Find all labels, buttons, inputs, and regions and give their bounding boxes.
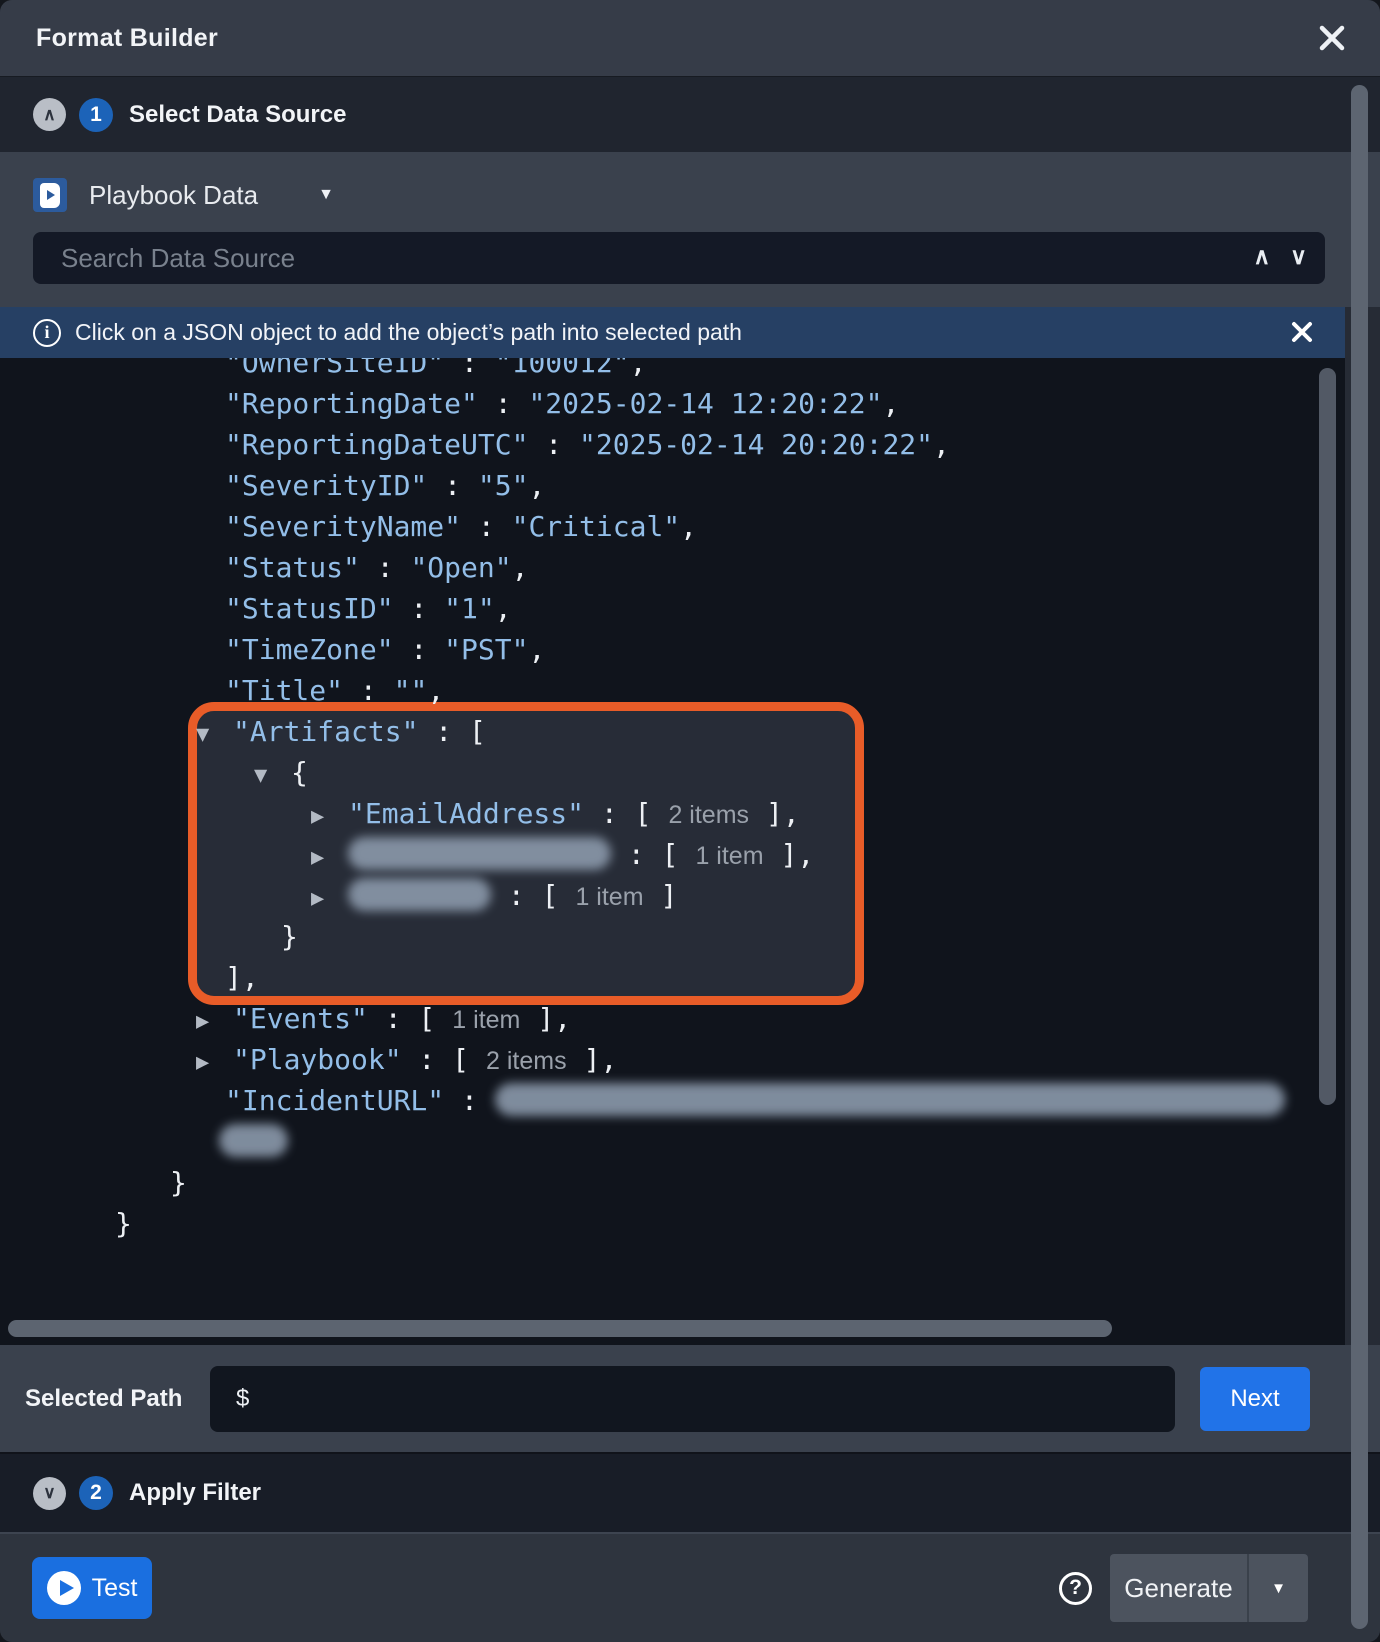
generate-button[interactable]: Generate [1110, 1554, 1247, 1622]
generate-dropdown-icon[interactable]: ▼ [1247, 1554, 1308, 1622]
chevron-down-icon[interactable]: ▼ [318, 186, 334, 204]
json-line[interactable]: ▶"Events" : [1 item], [0, 998, 1380, 1039]
search-next-icon[interactable]: ∨ [1290, 243, 1307, 270]
collapse-step1-button[interactable]: ∧ [33, 98, 66, 131]
json-line[interactable]: ▶ : [1 item] [0, 875, 1380, 916]
tree-toggle-icon[interactable]: ▶ [311, 796, 348, 837]
json-line[interactable] [0, 1121, 1380, 1162]
step2-title: Apply Filter [129, 1479, 261, 1507]
banner-close-icon[interactable] [1291, 321, 1313, 343]
json-line[interactable]: ], [0, 957, 1380, 998]
search-data-source-input[interactable] [33, 232, 1325, 284]
json-line[interactable]: "ReportingDate" : "2025-02-14 12:20:22", [0, 383, 1380, 424]
tree-toggle-icon[interactable]: ▼ [196, 714, 233, 755]
json-tree[interactable]: "OwnerSiteID" : "100012","ReportingDate"… [0, 358, 1380, 1244]
format-builder-dialog: Format Builder ∧ 1 Select Data Source Pl… [0, 0, 1380, 1642]
json-line[interactable]: ▼"Artifacts" : [ [0, 711, 1380, 752]
json-line[interactable]: } [0, 916, 1380, 957]
selected-path-row: Selected Path Next [0, 1345, 1380, 1452]
data-source-area: Playbook Data ▼ ∧ ∨ [0, 152, 1380, 307]
json-line[interactable]: "Status" : "Open", [0, 547, 1380, 588]
search-prev-icon[interactable]: ∧ [1253, 243, 1270, 270]
dialog-titlebar: Format Builder [0, 0, 1380, 76]
data-source-dropdown[interactable]: Playbook Data ▼ [33, 166, 1347, 224]
expand-step2-button[interactable]: ∨ [33, 1477, 66, 1510]
selected-path-input[interactable] [210, 1366, 1175, 1432]
json-line[interactable]: "TimeZone" : "PST", [0, 629, 1380, 670]
redacted-value [348, 837, 611, 870]
info-banner: i Click on a JSON object to add the obje… [0, 307, 1345, 358]
tree-toggle-icon[interactable]: ▼ [254, 755, 291, 796]
json-line[interactable]: "SeverityID" : "5", [0, 465, 1380, 506]
json-line[interactable]: "ReportingDateUTC" : "2025-02-14 20:20:2… [0, 424, 1380, 465]
json-line[interactable]: ▶ : [1 item], [0, 834, 1380, 875]
json-tree-panel: "OwnerSiteID" : "100012","ReportingDate"… [0, 358, 1380, 1345]
step2-header: ∨ 2 Apply Filter [0, 1452, 1380, 1532]
playbook-data-icon [33, 178, 67, 212]
test-button[interactable]: Test [32, 1557, 152, 1619]
tree-toggle-icon[interactable]: ▶ [196, 1042, 233, 1083]
json-line[interactable]: "SeverityName" : "Critical", [0, 506, 1380, 547]
step1-header: ∧ 1 Select Data Source [0, 76, 1380, 152]
info-icon: i [33, 319, 61, 347]
next-button[interactable]: Next [1200, 1367, 1310, 1431]
json-line[interactable]: ▶"Playbook" : [2 items], [0, 1039, 1380, 1080]
tree-toggle-icon[interactable]: ▶ [196, 1001, 233, 1042]
help-icon[interactable]: ? [1059, 1572, 1092, 1605]
selected-path-label: Selected Path [25, 1385, 210, 1413]
json-vertical-scrollbar[interactable] [1319, 368, 1336, 1105]
step1-number-badge: 1 [79, 98, 113, 132]
redacted-value [495, 1083, 1285, 1116]
dialog-footer: Test ? Generate ▼ [0, 1532, 1380, 1642]
info-banner-text: Click on a JSON object to add the object… [75, 319, 742, 346]
json-line[interactable]: ▶"EmailAddress" : [2 items], [0, 793, 1380, 834]
dialog-title: Format Builder [36, 24, 218, 53]
json-line[interactable]: } [0, 1203, 1380, 1244]
close-icon[interactable] [1318, 24, 1346, 52]
json-line[interactable]: "OwnerSiteID" : "100012", [0, 358, 1380, 383]
test-button-label: Test [92, 1574, 138, 1603]
json-line[interactable]: "IncidentURL" : [0, 1080, 1380, 1121]
step2-number-badge: 2 [79, 1476, 113, 1510]
json-line[interactable]: ▼{ [0, 752, 1380, 793]
modal-scrollbar[interactable] [1351, 85, 1368, 1629]
data-source-selected-value: Playbook Data [89, 180, 258, 211]
tree-toggle-icon[interactable]: ▶ [311, 878, 348, 919]
json-line[interactable]: } [0, 1162, 1380, 1203]
json-line[interactable]: "Title" : "", [0, 670, 1380, 711]
step1-title: Select Data Source [129, 101, 346, 129]
tree-toggle-icon[interactable]: ▶ [311, 837, 348, 878]
redacted-value [219, 1124, 288, 1157]
play-icon [47, 1571, 81, 1605]
json-line[interactable]: "StatusID" : "1", [0, 588, 1380, 629]
redacted-value [348, 878, 491, 911]
json-horizontal-scrollbar[interactable] [8, 1320, 1112, 1337]
